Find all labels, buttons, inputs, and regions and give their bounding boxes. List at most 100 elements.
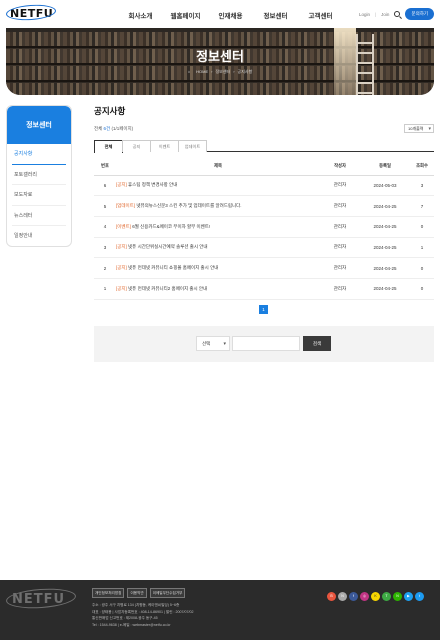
tab-event[interactable]: 이벤트 [150, 140, 179, 152]
row-title-text[interactable]: 넷퓨의뉴스신문3 스킨 추가 및 업데이트를 알려드립니다. [136, 203, 241, 208]
row-writer: 관리자 [320, 237, 360, 259]
join-link[interactable]: Join [381, 12, 389, 17]
ceo-line: 대표 : 양태용 | 사업자등록번호 : 408-14-86901 | 팔린 :… [92, 609, 194, 614]
row-number: 1 [94, 278, 116, 300]
table-header-row: 번호 제목 작성자 등록일 조회수 [94, 157, 434, 176]
row-title-text[interactable]: 휴스팀 정책 변경사항 안내 [128, 182, 177, 187]
table-row[interactable]: 4 [이벤트] 6월 신용카드&페이코 무이자 할부 이벤트! 관리자 2024… [94, 216, 434, 238]
row-category: [이벤트] [116, 223, 131, 229]
license-line: 통신판매업 신고번호 : 제2008-광주 동구-45 [92, 616, 158, 621]
site-logo[interactable]: NETFU [5, 3, 57, 22]
band-icon[interactable]: N [338, 592, 347, 601]
row-title-text[interactable]: 넷퓨 먼데넷 커뮤니티2 홈페이지 출시 안내 [128, 286, 207, 291]
row-views: 0 [410, 278, 434, 300]
sidebar-item-newsletter[interactable]: 뉴스레터 [12, 206, 66, 226]
login-link[interactable]: Login [359, 12, 370, 17]
breadcrumb-notice: 공지사항 [237, 69, 253, 74]
notice-table: 번호 제목 작성자 등록일 조회수 6 [공지] 휴스팀 정책 변경사항 안내 … [94, 157, 434, 300]
row-title[interactable]: [공지] 휴스팀 정책 변경사항 안내 [116, 175, 320, 197]
naver-icon[interactable]: N [393, 592, 402, 601]
col-date: 등록일 [360, 157, 410, 176]
col-writer: 작성자 [320, 157, 360, 176]
talk-icon[interactable]: T [382, 592, 391, 601]
address-line: 주소 : 광주 서구 치평로 134 (치평동, 케이앤씨빌딩) 5~6층 [92, 603, 180, 607]
breadcrumb-info-center[interactable]: 정보센터 [215, 69, 230, 74]
row-title[interactable]: [공지] 넷퓨 시간단위실시간예약 솔루션 출시 안내 [116, 237, 320, 259]
nav-item-customer-center[interactable]: 고객센터 [298, 10, 343, 20]
row-title[interactable]: [업데이트] 넷퓨의뉴스신문3 스킨 추가 및 업데이트를 알려드립니다. [116, 195, 320, 217]
sidebar-item-notice[interactable]: 공지사항 [12, 144, 66, 165]
row-title-text[interactable]: 6월 신용카드&페이코 무이자 할부 이벤트! [132, 224, 210, 229]
row-title[interactable]: [공지] 넷퓨 먼데넷 커뮤니티2 홈페이지 출시 안내 [116, 278, 320, 300]
page-button-current[interactable]: 1 [259, 305, 268, 314]
row-title[interactable]: [공지] 넷퓨 먼데넷 커뮤니티 쇼핑몰 홈페이지 출시 안내 [116, 257, 320, 279]
footer-logo[interactable]: NETFU [5, 586, 77, 611]
row-number: 4 [94, 216, 116, 238]
page-title: 공지사항 [94, 106, 126, 116]
tab-notice[interactable]: 공지 [122, 140, 151, 152]
row-title[interactable]: [이벤트] 6월 신용카드&페이코 무이자 할부 이벤트! [116, 216, 320, 238]
site-footer: NETFU 개인정보처리방침 이용약관 이메일무단수집거부 주소 : 광주 서구… [0, 580, 440, 640]
row-date: 2024-04-25 [360, 237, 410, 259]
search-input[interactable] [232, 336, 300, 351]
sub-banner: 정보센터 ⌂ HOME › 정보센터 › 공지사항 [6, 28, 434, 95]
twitter-icon[interactable]: t [415, 592, 424, 601]
row-date: 2024-04-25 [360, 278, 410, 300]
nav-item-recruit[interactable]: 인재채용 [208, 10, 253, 20]
search-icon[interactable] [394, 11, 401, 17]
row-views: 1 [410, 237, 434, 259]
col-views: 조회수 [410, 157, 434, 176]
home-icon[interactable]: ⌂ [188, 69, 190, 74]
search-button[interactable]: 검색 [303, 336, 331, 351]
total-number: 6건 [103, 126, 111, 131]
main-nav: 회사소개 웹홈페이지 인재채용 정보센터 고객센터 [118, 10, 343, 20]
row-number: 5 [94, 195, 116, 217]
site-header: NETFU 회사소개 웹홈페이지 인재채용 정보센터 고객센터 Login | … [0, 0, 440, 28]
util-divider: | [375, 11, 377, 17]
table-row[interactable]: 6 [공지] 휴스팀 정책 변경사항 안내 관리자 2024-05-03 3 [94, 175, 434, 197]
nav-item-info-center[interactable]: 정보센터 [253, 10, 298, 20]
breadcrumb: ⌂ HOME › 정보센터 › 공지사항 [187, 69, 253, 74]
email-policy-link[interactable]: 이메일무단수집거부 [149, 588, 186, 598]
blog-icon[interactable]: B [327, 592, 336, 601]
row-category: [공지] [116, 265, 127, 271]
nav-item-company[interactable]: 회사소개 [118, 10, 163, 20]
row-date: 2024-04-25 [360, 216, 410, 238]
row-date: 2024-04-25 [360, 257, 410, 279]
sidebar-title: 정보센터 [7, 106, 71, 144]
category-tabs: 전체 공지 이벤트 업데이트 [94, 140, 434, 153]
banner-title: 정보센터 [196, 49, 244, 64]
per-page-select[interactable]: 10개출력 [404, 124, 434, 133]
breadcrumb-home[interactable]: HOME [196, 69, 208, 74]
table-row[interactable]: 5 [업데이트] 넷퓨의뉴스신문3 스킨 추가 및 업데이트를 알려드립니다. … [94, 195, 434, 217]
sidebar-item-photo-gallery[interactable]: 포토갤러리 [12, 165, 66, 185]
row-date: 2024-05-03 [360, 175, 410, 197]
youtube-icon[interactable]: ▶ [404, 592, 413, 601]
tab-update[interactable]: 업데이트 [178, 140, 207, 152]
row-title-text[interactable]: 넷퓨 시간단위실시간예약 솔루션 출시 안내 [128, 244, 208, 249]
sidebar-item-press[interactable]: 보도자료 [12, 185, 66, 206]
tab-all[interactable]: 전체 [94, 140, 123, 153]
row-writer: 관리자 [320, 195, 360, 217]
table-row[interactable]: 1 [공지] 넷퓨 먼데넷 커뮤니티2 홈페이지 출시 안내 관리자 2024-… [94, 278, 434, 300]
privacy-policy-link[interactable]: 개인정보처리방침 [92, 588, 125, 598]
row-views: 0 [410, 216, 434, 238]
total-count: 전체 6건 (1/1페이지) [94, 126, 133, 132]
company-info: 주소 : 광주 서구 치평로 134 (치평동, 케이앤씨빌딩) 5~6층 대표… [92, 602, 194, 628]
kakao-icon[interactable]: K [371, 592, 380, 601]
table-row[interactable]: 2 [공지] 넷퓨 먼데넷 커뮤니티 쇼핑몰 홈페이지 출시 안내 관리자 20… [94, 257, 434, 279]
nav-item-homepage[interactable]: 웹홈페이지 [163, 10, 208, 20]
row-writer: 관리자 [320, 278, 360, 300]
col-number: 번호 [94, 157, 116, 176]
row-title-text[interactable]: 넷퓨 먼데넷 커뮤니티 쇼핑몰 홈페이지 출시 안내 [128, 265, 218, 270]
contact-button[interactable]: 문의하기 [405, 8, 434, 20]
col-title: 제목 [116, 157, 320, 176]
terms-link[interactable]: 이용약관 [127, 588, 147, 598]
facebook-icon[interactable]: f [349, 592, 358, 601]
sidebar-item-schedule[interactable]: 일정안내 [12, 226, 66, 246]
search-field-select[interactable]: 선택 [196, 336, 230, 351]
row-number: 2 [94, 257, 116, 279]
instagram-icon[interactable]: ◎ [360, 592, 369, 601]
row-views: 0 [410, 257, 434, 279]
table-row[interactable]: 3 [공지] 넷퓨 시간단위실시간예약 솔루션 출시 안내 관리자 2024-0… [94, 237, 434, 259]
